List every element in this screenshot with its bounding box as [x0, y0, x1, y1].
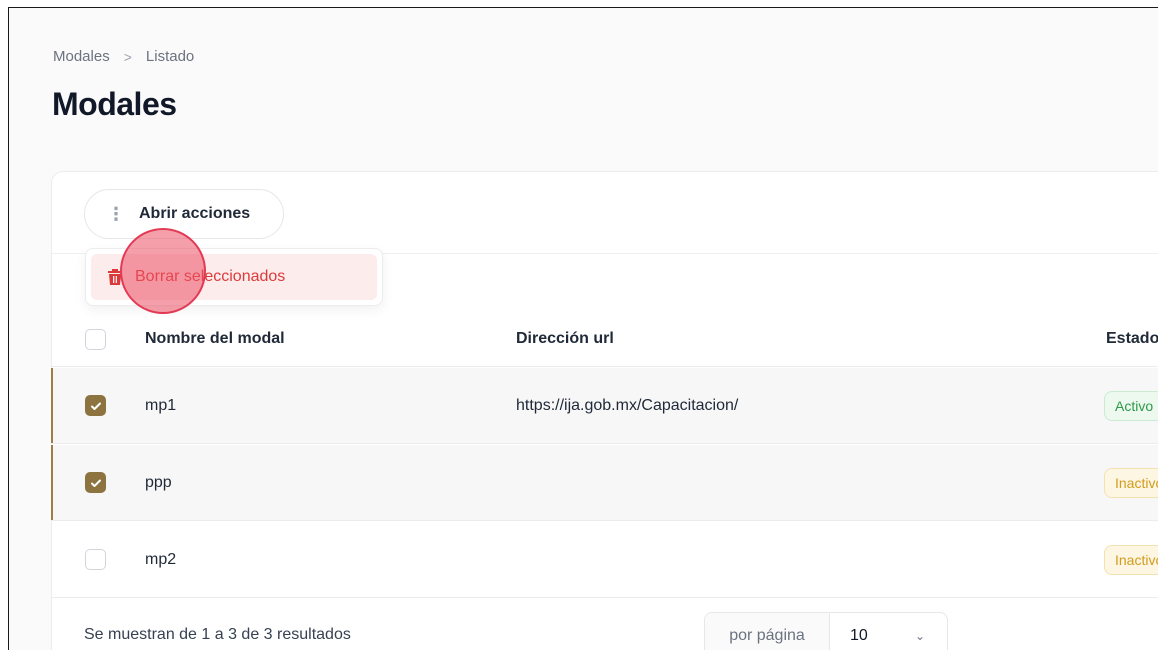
- click-indicator: [120, 228, 206, 314]
- breadcrumb-separator: >: [123, 48, 132, 65]
- table-row[interactable]: mp2 Inactivo: [52, 522, 1158, 598]
- per-page-value: 10: [850, 627, 868, 644]
- row-checkbox[interactable]: [85, 549, 106, 570]
- select-all-checkbox[interactable]: [85, 328, 106, 350]
- row-name: ppp: [145, 473, 172, 491]
- open-actions-label: Abrir acciones: [139, 205, 251, 222]
- breadcrumb-item-listado: Listado: [145, 48, 195, 65]
- column-header-status[interactable]: Estado: [1106, 330, 1158, 348]
- app-frame: Modales > Listado Modales ⋮ Abrir accion…: [8, 7, 1158, 650]
- row-url: https://ija.gob.mx/Capacitacion/: [516, 396, 739, 414]
- table-row[interactable]: mp1 https://ija.gob.mx/Capacitacion/ Act…: [51, 368, 1158, 444]
- status-badge: Inactivo: [1104, 544, 1158, 575]
- column-header-url[interactable]: Dirección url: [516, 330, 614, 348]
- row-name: mp1: [145, 396, 177, 414]
- per-page-label: por página: [705, 613, 830, 650]
- check-icon: [90, 479, 101, 487]
- table-header: Nombre del modal Dirección url Estado: [52, 312, 1158, 367]
- vertical-dots-icon: ⋮: [107, 204, 125, 224]
- status-badge: Activo: [1104, 390, 1158, 421]
- row-checkbox[interactable]: [85, 472, 106, 493]
- per-page-select[interactable]: 10 ⌄: [830, 627, 947, 645]
- check-icon: [90, 402, 101, 410]
- per-page-control: por página 10 ⌄: [704, 612, 948, 650]
- results-summary: Se muestran de 1 a 3 de 3 resultados: [84, 626, 351, 643]
- status-badge: Inactivo: [1104, 467, 1158, 498]
- page-title: Modales: [52, 86, 177, 122]
- table-card: ⋮ Abrir acciones Borrar seleccionados No…: [51, 171, 1158, 650]
- breadcrumb: Modales > Listado: [53, 48, 194, 65]
- column-header-name[interactable]: Nombre del modal: [145, 330, 285, 348]
- breadcrumb-item-modales[interactable]: Modales: [53, 48, 110, 65]
- open-actions-button[interactable]: ⋮ Abrir acciones: [84, 189, 284, 239]
- row-checkbox[interactable]: [85, 395, 106, 416]
- chevron-down-icon: ⌄: [914, 629, 925, 643]
- table-row[interactable]: ppp Inactivo: [51, 445, 1158, 521]
- row-name: mp2: [145, 550, 177, 568]
